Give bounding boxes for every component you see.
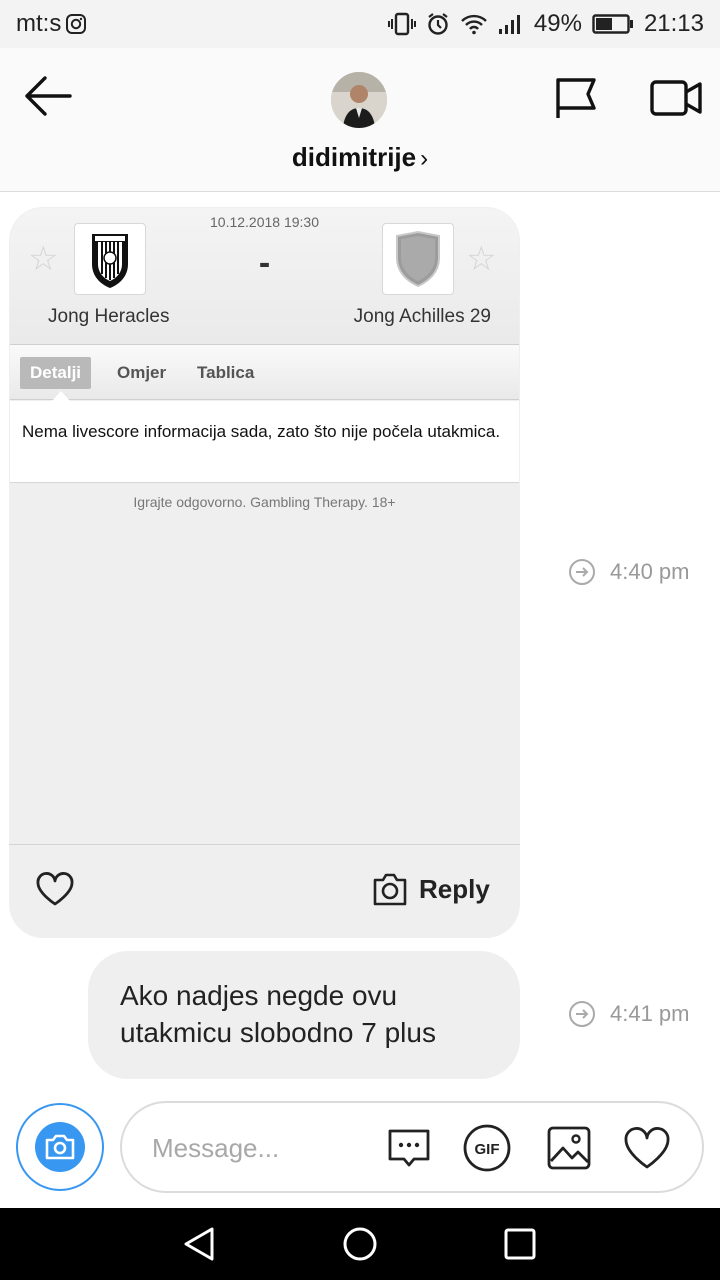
shield-icon <box>396 230 440 288</box>
instagram-notification-icon <box>66 14 87 34</box>
back-button[interactable] <box>20 70 76 122</box>
vibrate-icon <box>387 12 416 36</box>
nav-back-icon <box>184 1227 214 1261</box>
status-bar: mt:s 49% 21:13 <box>0 0 720 48</box>
chat-dots-icon <box>388 1129 430 1167</box>
reply-button[interactable]: Reply <box>371 867 490 911</box>
reply-label: Reply <box>419 873 490 904</box>
nav-back-button[interactable] <box>180 1224 220 1264</box>
send-arrow-icon <box>569 1001 595 1027</box>
signal-icon <box>498 15 520 34</box>
match-info-text: Nema livescore informacija sada, zato št… <box>10 401 519 483</box>
gallery-button[interactable] <box>544 1123 594 1173</box>
gif-button[interactable]: GIF <box>462 1123 512 1173</box>
away-team-crest <box>382 223 454 295</box>
username-label: didimitrije <box>291 142 417 172</box>
tab-pointer <box>52 391 70 401</box>
message-bubble[interactable]: Ako nadjes negde ovu utakmicu slobodno 7… <box>88 951 520 1079</box>
send-arrow-icon <box>569 559 595 585</box>
video-call-button[interactable] <box>648 74 704 122</box>
chevron-right-icon: › <box>420 145 429 172</box>
gif-icon: GIF <box>463 1124 511 1172</box>
flag-button[interactable] <box>552 74 600 122</box>
card-divider <box>9 844 520 845</box>
like-quick-button[interactable] <box>622 1123 672 1173</box>
camera-button[interactable] <box>16 1103 104 1191</box>
away-team-name: Jong Achilles 29 <box>353 306 491 327</box>
message-input[interactable] <box>152 1131 372 1165</box>
battery-icon <box>592 14 633 34</box>
message-composer: GIF <box>120 1101 704 1193</box>
avatar-photo <box>331 72 387 128</box>
shared-post-card[interactable]: 10.12.2018 19:30 ☆ - ☆ Jong Heracles Jon… <box>9 207 520 938</box>
sticker-button[interactable] <box>384 1123 434 1173</box>
image-icon <box>547 1126 591 1170</box>
conversation-title[interactable]: didimitrije › <box>0 142 720 173</box>
status-right: 49% 21:13 <box>387 10 704 38</box>
alarm-icon <box>428 13 448 35</box>
shared-post-image[interactable]: 10.12.2018 19:30 ☆ - ☆ Jong Heracles Jon… <box>10 208 519 844</box>
post-timestamp: 4:40 pm <box>568 558 690 586</box>
home-team-name: Jong Heracles <box>48 306 170 327</box>
video-camera-icon <box>650 80 702 116</box>
camera-button-fill <box>35 1122 85 1172</box>
tab-detalji: Detalji <box>20 357 92 389</box>
system-nav-bar <box>0 1208 720 1280</box>
message-timestamp: 4:41 pm <box>568 1000 690 1028</box>
tab-tablica: Tablica <box>197 363 255 382</box>
status-left: mt:s <box>16 10 87 38</box>
nav-recents-icon <box>504 1228 536 1260</box>
like-button[interactable] <box>35 871 75 907</box>
camera-icon <box>373 873 407 906</box>
wifi-icon <box>461 14 487 35</box>
match-tabs: Detalji Omjer Tablica <box>10 344 519 401</box>
post-timestamp-text: 4:40 pm <box>610 559 690 584</box>
nav-home-icon <box>343 1227 377 1261</box>
camera-icon <box>45 1134 75 1160</box>
favorite-star-away-icon: ☆ <box>466 240 497 278</box>
chat-header: didimitrije › <box>0 48 720 192</box>
nav-recents-button[interactable] <box>500 1224 540 1264</box>
carrier-label: mt:s <box>16 10 62 37</box>
gif-label: GIF <box>475 1141 500 1158</box>
match-header: 10.12.2018 19:30 ☆ - ☆ Jong Heracles Jon… <box>10 208 519 344</box>
disclaimer: Igrajte odgovorno. Gambling Therapy. 18+ <box>133 494 396 510</box>
heart-icon <box>36 872 74 906</box>
clock: 21:13 <box>643 10 704 37</box>
flag-icon <box>556 78 596 118</box>
heart-icon <box>624 1127 670 1169</box>
nav-home-button[interactable] <box>340 1224 380 1264</box>
battery-percent: 49% <box>533 10 582 37</box>
avatar[interactable] <box>331 72 387 128</box>
tab-omjer: Omjer <box>117 363 167 382</box>
arrow-left-icon <box>25 76 72 116</box>
message-timestamp-text: 4:41 pm <box>610 1001 690 1026</box>
